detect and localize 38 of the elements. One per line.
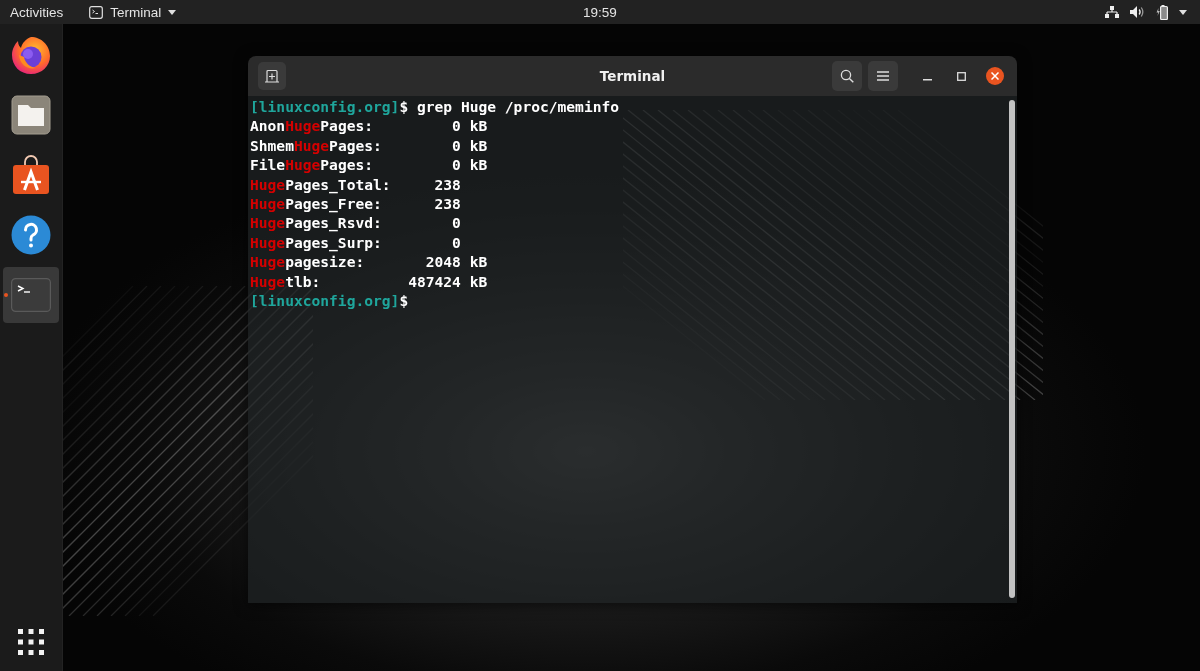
menu-button[interactable] (868, 61, 898, 91)
terminal-line: HugePages_Surp: 0 (250, 232, 461, 253)
question-mark-icon (11, 215, 51, 255)
maximize-icon (956, 71, 966, 81)
caret-icon (168, 9, 177, 15)
terminal-line: FileHugePages: 0 kB (250, 155, 488, 175)
menu-icon (877, 71, 889, 81)
search-button[interactable] (832, 61, 862, 91)
shopping-bag-icon (11, 155, 51, 195)
close-icon (991, 72, 999, 80)
caret-icon[interactable] (1179, 9, 1187, 15)
network-icon[interactable] (1105, 6, 1119, 18)
battery-icon[interactable] (1156, 4, 1168, 20)
clock[interactable]: 19:59 (577, 2, 623, 22)
terminal-line: HugePages_Rsvd: 0 (250, 213, 461, 233)
volume-icon[interactable] (1130, 6, 1145, 18)
terminal-line: HugePages_Total: 238 (250, 174, 461, 194)
terminal-icon (89, 5, 104, 19)
close-button[interactable] (986, 67, 1004, 85)
terminal-line: Hugetlb: 487424 kB (250, 271, 488, 291)
activities-button[interactable]: Activities (4, 2, 70, 22)
new-tab-button[interactable] (258, 62, 286, 90)
app-menu-button[interactable]: Terminal (83, 2, 183, 22)
terminal-line: [linuxconfig.org]$ grep Huge /proc/meminfo (250, 97, 620, 117)
terminal-line: [linuxconfig.org]$ (250, 290, 409, 311)
minimize-icon (922, 79, 932, 81)
search-icon (840, 69, 854, 83)
terminal-line: AnonHugePages: 0 kB (250, 116, 488, 136)
scrollbar-thumb[interactable] (1009, 100, 1015, 598)
terminal-icon (11, 278, 51, 312)
folder-icon (11, 95, 51, 135)
terminal-line: ShmemHugePages: 0 kB (250, 135, 488, 156)
terminal-line: Hugepagesize: 2048 kB (250, 252, 488, 272)
flame-globe-icon (11, 35, 51, 75)
window-title: Terminal (599, 68, 666, 84)
new-tab-icon (265, 69, 279, 83)
dots-grid-icon (18, 629, 44, 655)
terminal-line: HugePages_Free: 238 (250, 194, 461, 214)
